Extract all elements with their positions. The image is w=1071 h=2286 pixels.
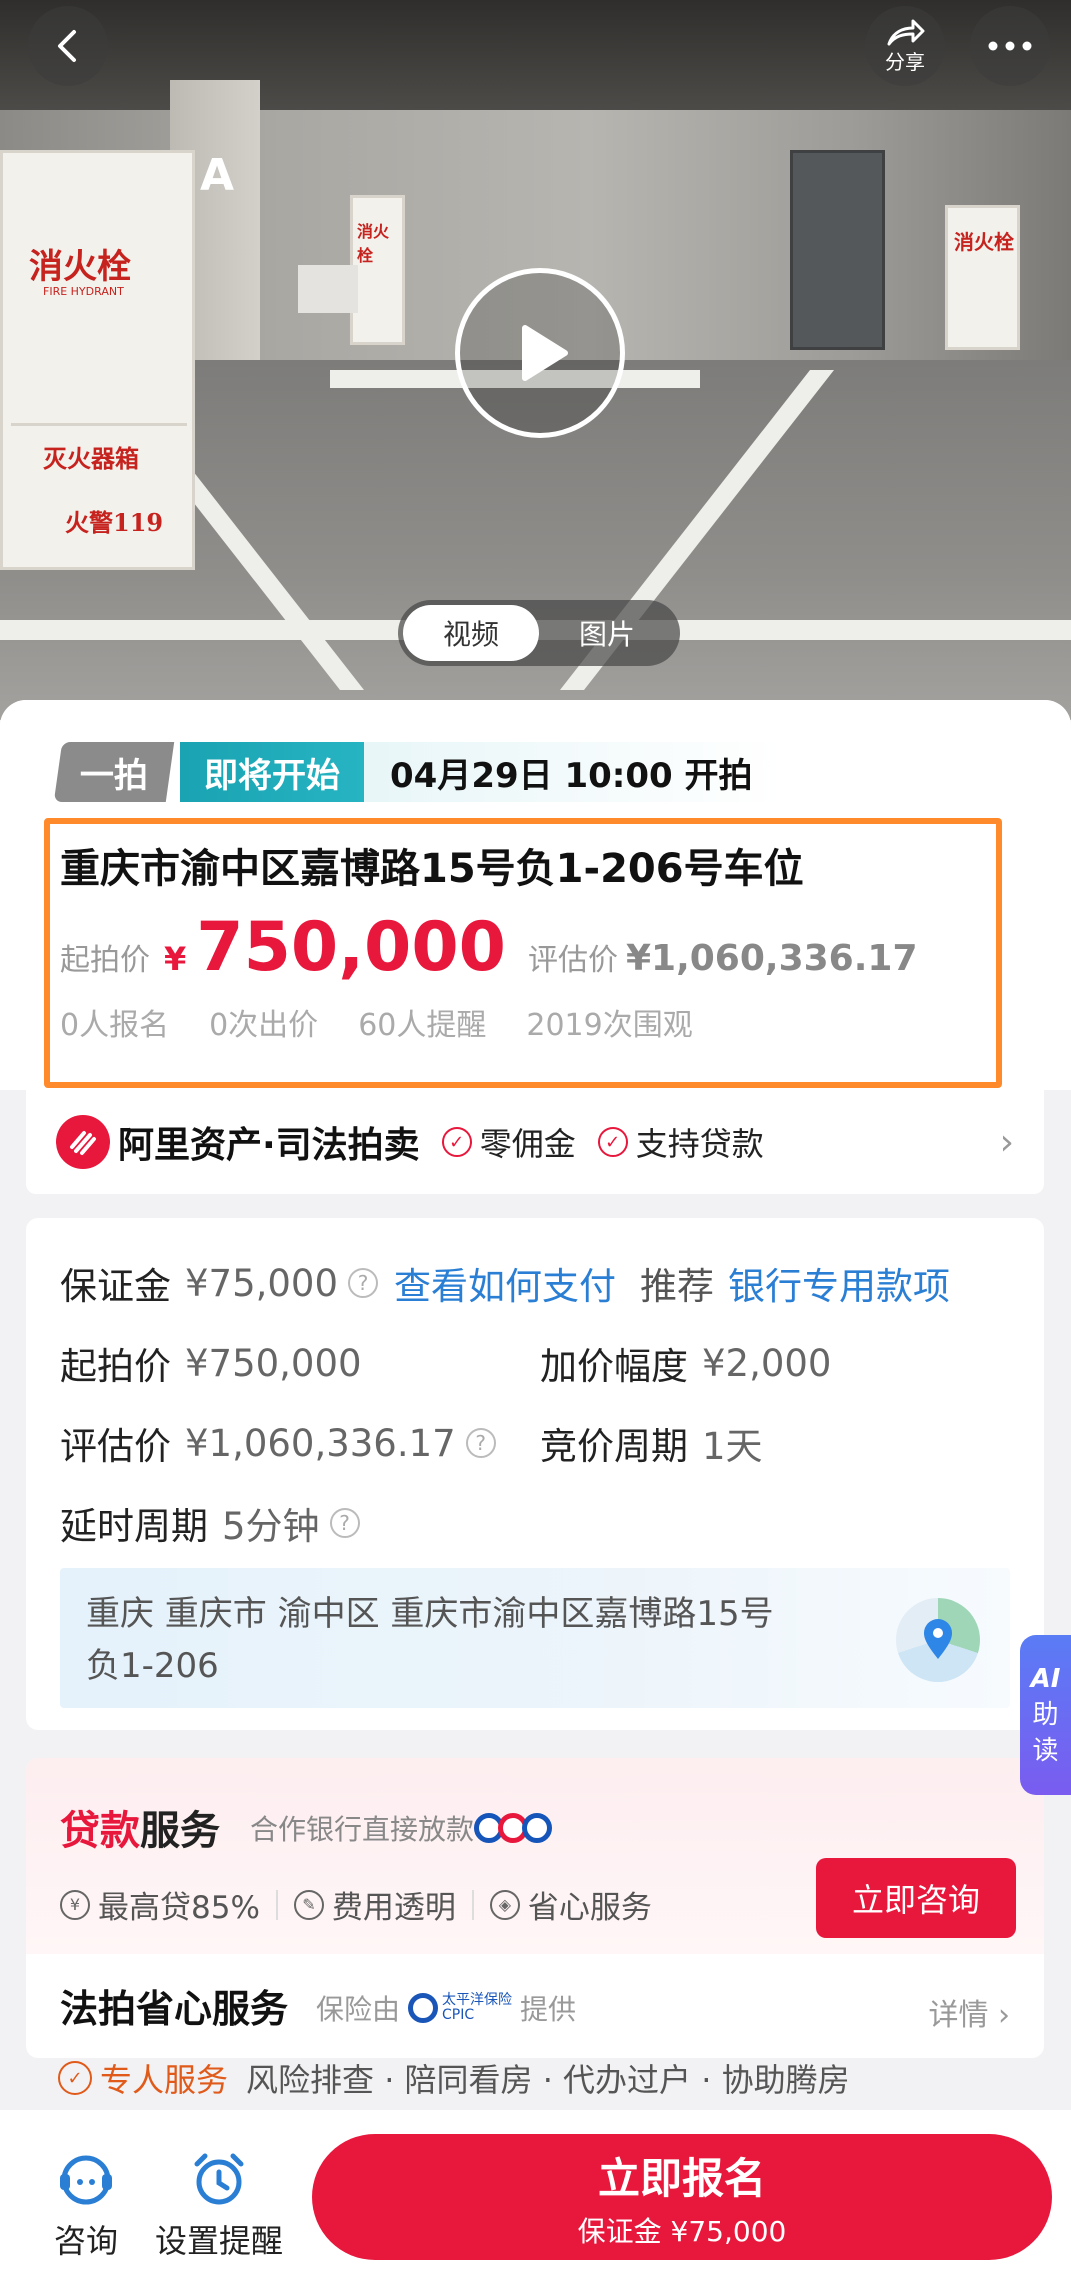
bank-logos-icon [474, 1813, 553, 1843]
tab-images[interactable]: 图片 [539, 605, 675, 661]
media-viewer[interactable]: A 消火栓 FIRE HYDRANT 灭火器箱 火警119 消火栓 消火栓 分享… [0, 0, 1071, 720]
service-details-link[interactable]: 详情 › [928, 1990, 1010, 2034]
air-conditioner [298, 265, 358, 313]
ali-assets-logo [56, 1115, 110, 1169]
status-badge: 即将开始 [180, 742, 364, 802]
start-price: 750,000 [196, 908, 506, 987]
lot-title: 重庆市渝中区嘉博路15号负1-206号车位 [60, 846, 804, 892]
service-items: ✓ 专人服务 风险排查 · 陪同看房 · 代办过户 · 协助腾房 [58, 2055, 850, 2101]
check-circle-icon: ✓ [441, 1127, 472, 1157]
share-button[interactable]: 分享 [865, 6, 945, 86]
back-arrow-icon [58, 30, 76, 62]
help-icon[interactable]: ? [465, 1428, 496, 1458]
auction-details: 保证金 ¥75,000 ? 查看如何支付 推荐 银行专用款项 起拍价 ¥750,… [26, 1218, 1044, 1730]
start-price-label: 起拍价 [60, 943, 150, 978]
view-count: 2019次围观 [526, 1008, 693, 1043]
service-title: 法拍省心服务 [60, 1987, 289, 2031]
consult-tab[interactable]: 咨询 [54, 2150, 118, 2262]
play-button[interactable] [455, 268, 625, 438]
start-price-row: 起拍价 ¥750,000 [60, 1341, 362, 1389]
service-insurer: 保险由 太平洋保险 CPIC 提供 [316, 1992, 577, 2027]
recommend-label: 推荐 [640, 1265, 715, 1308]
deposit-value: ¥75,000 [185, 1261, 339, 1305]
tab-video[interactable]: 视频 [403, 605, 539, 661]
share-icon [887, 19, 925, 45]
door [790, 150, 885, 350]
signup-now-button[interactable]: 立即报名 保证金 ¥75,000 [312, 2134, 1052, 2260]
lot-info: 一拍 即将开始 04月29日 10:00 开拍 重庆市渝中区嘉博路15号负1-2… [0, 700, 1071, 2100]
currency-symbol: ¥ [164, 940, 187, 978]
chevron-right-icon: › [999, 1121, 1014, 1163]
bid-count: 0次出价 [209, 1008, 319, 1043]
share-label: 分享 [885, 49, 925, 74]
cpic-logo: 太平洋保险 CPIC [408, 1993, 512, 2023]
headset-icon [60, 2155, 112, 2205]
auction-round-badge: 一拍 [53, 742, 175, 802]
estimate-price: ¥1,060,336.17 [625, 938, 918, 979]
how-to-pay-link[interactable]: 查看如何支付 [394, 1256, 616, 1310]
cycle-row: 竞价周期 1天 [540, 1425, 763, 1468]
more-icon [988, 41, 1032, 51]
bank-account-link[interactable]: 银行专用款项 [728, 1256, 950, 1310]
estimate-row: 评估价 ¥1,060,336.17 ? [60, 1416, 496, 1470]
address-text: 重庆 重庆市 渝中区 重庆市渝中区嘉博路15号 负1-206 [86, 1594, 774, 1686]
document-icon: ✎ [293, 1889, 324, 1920]
price-row: 起拍价 ¥ 750,000 评估价 ¥1,060,336.17 [60, 908, 918, 987]
platform-name: 阿里资产·司法拍卖 [118, 1125, 420, 1166]
address-map[interactable]: 重庆 重庆市 渝中区 重庆市渝中区嘉博路15号 负1-206 [60, 1568, 1010, 1708]
pillar-letter: A [200, 150, 235, 201]
loan-title: 贷款服务 [60, 1808, 220, 1854]
loan-support-badge: ✓ 支持贷款 [597, 1119, 764, 1165]
map-pin-icon[interactable] [896, 1598, 980, 1682]
loan-features: ¥ 最高贷85% ✎ 费用透明 ◈ 省心服务 [60, 1882, 652, 1927]
bottom-action-bar: 咨询 设置提醒 立即报名 保证金 ¥75,000 [0, 2110, 1071, 2286]
shield-icon: ◈ [489, 1889, 520, 1920]
platform-bar[interactable]: 阿里资产·司法拍卖 ✓ 零佣金 ✓ 支持贷款 › [26, 1090, 1044, 1194]
yen-icon: ¥ [60, 1889, 90, 1920]
zero-commission-badge: ✓ 零佣金 [441, 1119, 576, 1165]
lot-stats: 0人报名 0次出价 60人提醒 2019次围观 [60, 1000, 693, 1044]
more-button[interactable] [970, 6, 1050, 86]
alarm-clock-icon [194, 2153, 244, 2205]
hydrant-cabinet-middle: 消火栓 [350, 195, 405, 345]
reminder-count: 60人提醒 [358, 1008, 487, 1043]
hydrant-cabinet-left: 消火栓 FIRE HYDRANT 灭火器箱 火警119 [0, 150, 195, 570]
check-circle-icon: ✓ [58, 2061, 92, 2095]
auction-status: 一拍 即将开始 04月29日 10:00 开拍 [53, 742, 783, 802]
play-icon [522, 325, 568, 381]
loan-service-card: 贷款服务 合作银行直接放款 ¥ 最高贷85% ✎ 费用透明 ◈ 省心服务 立即咨询 法… [26, 1758, 1044, 2058]
hydrant-cabinet-right: 消火栓 [945, 205, 1020, 350]
start-time: 04月29日 10:00 开拍 [364, 742, 783, 802]
media-toggle[interactable]: 视频 图片 [398, 600, 680, 666]
ai-read-tab[interactable]: AI 助 读 [1020, 1635, 1071, 1795]
check-circle-icon: ✓ [597, 1127, 628, 1157]
set-reminder-tab[interactable]: 设置提醒 [155, 2150, 283, 2262]
estimate-label: 评估价 [527, 943, 618, 978]
loan-subtitle: 合作银行直接放款 [250, 1808, 553, 1848]
delay-row: 延时周期 5分钟 ? [60, 1496, 360, 1550]
back-button[interactable] [28, 6, 108, 86]
increment-row: 加价幅度 ¥2,000 [540, 1341, 832, 1389]
help-icon[interactable]: ? [348, 1268, 379, 1298]
help-icon[interactable]: ? [329, 1508, 360, 1538]
deposit-row: 保证金 ¥75,000 ? 查看如何支付 推荐 银行专用款项 [60, 1256, 950, 1310]
signup-count: 0人报名 [60, 1008, 170, 1043]
consult-now-button[interactable]: 立即咨询 [816, 1858, 1016, 1938]
